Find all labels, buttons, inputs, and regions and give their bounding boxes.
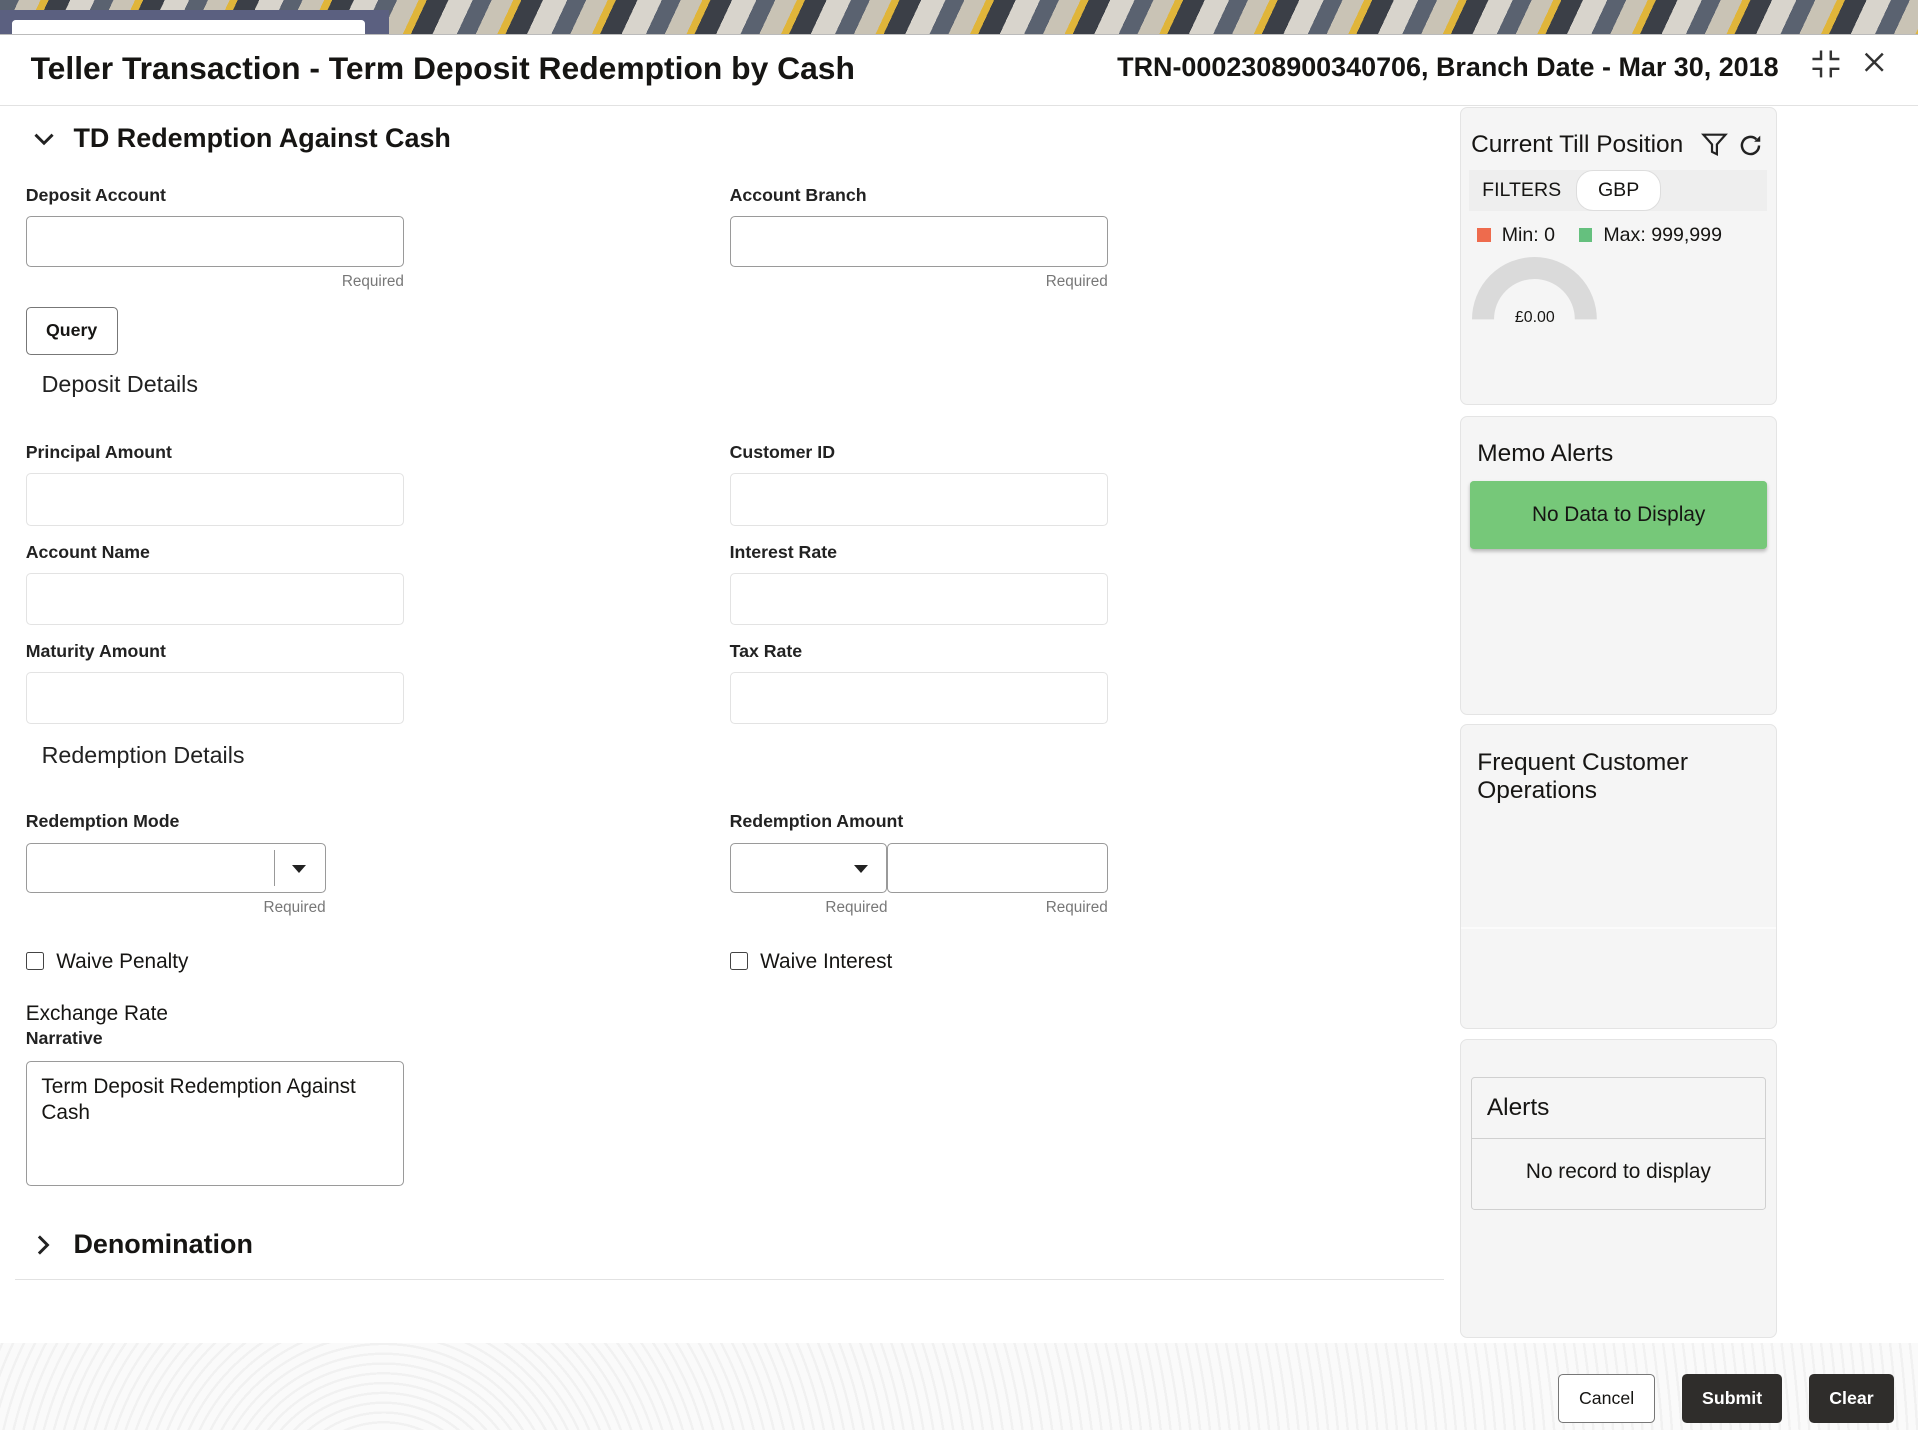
memo-empty-message: No Data to Display <box>1469 480 1768 550</box>
required-hint: Required <box>341 272 404 290</box>
cancel-button[interactable]: Cancel <box>1558 1374 1655 1424</box>
account-name-label: Account Name <box>25 542 150 563</box>
principal-amount-field <box>25 473 404 527</box>
deposit-account-input[interactable] <box>25 216 404 267</box>
waive-penalty-label: Waive Penalty <box>56 949 189 973</box>
maturity-amount-label: Maturity Amount <box>25 641 166 662</box>
required-hint: Required <box>1045 272 1108 290</box>
customer-id-label: Customer ID <box>729 441 835 462</box>
divider <box>14 1278 1445 1281</box>
alerts-title: Alerts <box>1486 1093 1550 1121</box>
gauge-value: £0.00 <box>1514 309 1555 327</box>
max-legend-swatch <box>1578 228 1593 242</box>
interest-rate-label: Interest Rate <box>729 542 837 563</box>
alerts-empty-message: No record to display <box>1525 1159 1711 1183</box>
frequent-operations-panel: Frequent Customer Operations <box>1460 724 1778 1030</box>
maturity-amount-field <box>25 671 404 725</box>
transaction-reference: TRN-0002308900340706, Branch Date - Mar … <box>1117 52 1779 83</box>
tax-rate-label: Tax Rate <box>729 641 803 662</box>
max-label: Max: 999,999 <box>1603 223 1722 246</box>
required-hint: Required <box>263 899 326 917</box>
page-title: Teller Transaction - Term Deposit Redemp… <box>30 49 855 86</box>
redemption-details-heading: Redemption Details <box>41 741 245 768</box>
till-title: Current Till Position <box>1471 130 1684 158</box>
account-branch-input[interactable] <box>729 216 1108 267</box>
memo-title: Memo Alerts <box>1477 440 1614 468</box>
tax-rate-field <box>729 671 1108 725</box>
waive-penalty-checkbox[interactable] <box>25 952 45 971</box>
app-root: Teller Transaction - Term Deposit Redemp… <box>0 0 1918 1430</box>
chevron-right-icon[interactable] <box>34 1234 51 1256</box>
clear-button[interactable]: Clear <box>1809 1374 1894 1424</box>
deposit-details-heading: Deposit Details <box>41 370 198 397</box>
alerts-panel: Alerts No record to display <box>1460 1039 1778 1338</box>
memo-alerts-panel: Memo Alerts No Data to Display <box>1460 415 1778 715</box>
frequent-title: Frequent Customer Operations <box>1477 748 1689 804</box>
filter-icon[interactable] <box>1701 131 1729 158</box>
alerts-table: Alerts No record to display <box>1471 1076 1767 1211</box>
principal-amount-label: Principal Amount <box>25 441 172 462</box>
dialog-footer: Cancel Submit Clear <box>0 1342 1918 1430</box>
query-button[interactable]: Query <box>25 307 118 355</box>
chevron-down-icon[interactable] <box>33 131 55 148</box>
interest-rate-field <box>729 572 1108 626</box>
deposit-account-label: Deposit Account <box>25 184 166 205</box>
section-title: TD Redemption Against Cash <box>73 123 451 154</box>
waive-interest-checkbox[interactable] <box>729 952 748 971</box>
currency-chip[interactable]: GBP <box>1576 169 1661 212</box>
redemption-currency-select[interactable] <box>729 843 888 894</box>
required-hint: Required <box>1045 899 1108 917</box>
denomination-section-title[interactable]: Denomination <box>73 1229 252 1260</box>
caret-down-icon[interactable] <box>854 864 869 873</box>
account-branch-label: Account Branch <box>729 184 867 205</box>
minimize-icon[interactable] <box>1810 48 1842 80</box>
customer-id-field <box>729 473 1108 527</box>
close-icon[interactable] <box>1862 50 1886 74</box>
narrative-label: Narrative <box>25 1028 103 1048</box>
required-hint: Required <box>825 899 888 917</box>
refresh-icon[interactable] <box>1737 132 1764 159</box>
min-legend-swatch <box>1477 228 1491 242</box>
account-name-field <box>25 572 404 626</box>
till-position-panel: Current Till Position FILTERS GBP Min: 0… <box>1460 107 1778 405</box>
submit-button[interactable]: Submit <box>1681 1374 1783 1424</box>
redemption-amount-input[interactable] <box>887 843 1108 894</box>
redemption-mode-label: Redemption Mode <box>25 811 180 832</box>
transaction-dialog: Teller Transaction - Term Deposit Redemp… <box>0 34 1918 1430</box>
waive-interest-label: Waive Interest <box>760 949 893 973</box>
exchange-rate-label: Exchange Rate <box>25 1002 168 1026</box>
narrative-textarea[interactable]: Term Deposit Redemption Against Cash <box>25 1061 404 1186</box>
min-label: Min: 0 <box>1501 223 1556 246</box>
caret-down-icon[interactable] <box>292 864 307 873</box>
redemption-mode-select[interactable] <box>25 843 326 894</box>
redemption-amount-label: Redemption Amount <box>729 811 904 832</box>
filters-label: FILTERS <box>1482 179 1562 202</box>
dialog-header: Teller Transaction - Term Deposit Redemp… <box>0 35 1918 107</box>
